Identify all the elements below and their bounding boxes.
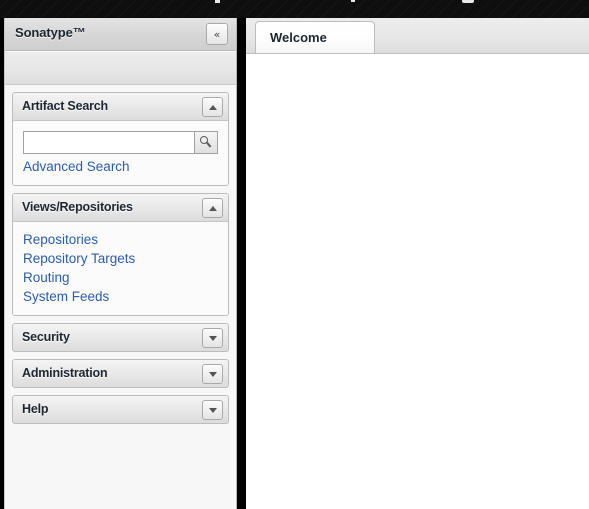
panel-toggle-security[interactable] — [202, 328, 223, 348]
sidebar-header: Sonatype™ « — [5, 18, 236, 51]
panel-body-artifact-search: Advanced Search — [13, 121, 228, 185]
vertical-gutter — [237, 18, 246, 509]
clipped-artifact-2 — [351, 0, 355, 2]
search-icon — [199, 136, 213, 149]
tab-strip: Welcome — [246, 18, 589, 54]
chevron-down-icon — [208, 335, 217, 341]
application-window: Sonatype™ « Artifact Search Advanced Sea… — [0, 0, 589, 509]
artifact-search-row — [23, 131, 218, 154]
panel-title-artifact-search: Artifact Search — [22, 99, 108, 113]
panel-toggle-artifact-search[interactable] — [202, 97, 223, 117]
chevron-down-icon — [208, 407, 217, 413]
clipped-artifact-1 — [215, 0, 220, 3]
top-striped-bar — [0, 0, 589, 18]
chevron-up-icon — [208, 205, 217, 211]
panel-header-administration[interactable]: Administration — [13, 360, 228, 387]
panel-title-views-repositories: Views/Repositories — [22, 200, 133, 214]
content-area: Welcome — [246, 18, 589, 509]
panel-security: Security — [12, 323, 229, 352]
artifact-search-button[interactable] — [194, 131, 218, 154]
link-system-feeds[interactable]: System Feeds — [23, 288, 218, 306]
tab-welcome[interactable]: Welcome — [255, 21, 375, 53]
panel-toggle-views-repositories[interactable] — [202, 198, 223, 218]
panel-header-views-repositories[interactable]: Views/Repositories — [13, 194, 228, 222]
double-chevron-left-icon: « — [213, 27, 221, 41]
panel-body-views-repositories: Repositories Repository Targets Routing … — [13, 222, 228, 315]
link-advanced-search[interactable]: Advanced Search — [23, 158, 218, 176]
sidebar: Sonatype™ « Artifact Search Advanced Sea… — [4, 18, 237, 509]
panel-help: Help — [12, 395, 229, 424]
sidebar-toolbar — [5, 51, 236, 85]
panel-toggle-help[interactable] — [202, 400, 223, 420]
panel-header-help[interactable]: Help — [13, 396, 228, 423]
panel-title-help: Help — [22, 402, 49, 416]
clipped-artifact-3 — [462, 0, 474, 3]
link-repositories[interactable]: Repositories — [23, 231, 218, 249]
link-routing[interactable]: Routing — [23, 269, 218, 287]
tab-welcome-label: Welcome — [270, 30, 327, 45]
panel-header-security[interactable]: Security — [13, 324, 228, 351]
panel-title-administration: Administration — [22, 366, 108, 380]
panel-title-security: Security — [22, 330, 70, 344]
sidebar-brand-title: Sonatype™ — [15, 25, 86, 40]
link-repository-targets[interactable]: Repository Targets — [23, 250, 218, 268]
tab-panel-welcome — [246, 54, 589, 509]
panel-header-artifact-search[interactable]: Artifact Search — [13, 93, 228, 121]
panel-artifact-search: Artifact Search Advanced Search — [12, 92, 229, 186]
panel-administration: Administration — [12, 359, 229, 388]
chevron-down-icon — [208, 371, 217, 377]
artifact-search-input[interactable] — [23, 131, 194, 154]
panel-toggle-administration[interactable] — [202, 364, 223, 384]
sidebar-collapse-button[interactable]: « — [206, 23, 228, 45]
chevron-up-icon — [208, 104, 217, 110]
panel-views-repositories: Views/Repositories Repositories Reposito… — [12, 193, 229, 316]
